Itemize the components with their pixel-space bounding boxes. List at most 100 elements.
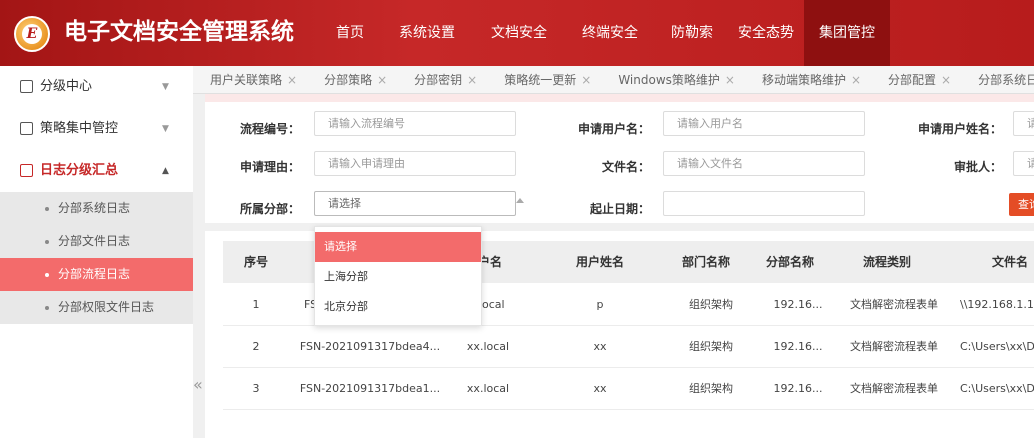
branch-label: 所属分部： <box>239 202 300 216</box>
sidebar-group-label: 日志分级汇总 <box>40 163 119 178</box>
tab-bar: 用户关联策略 × 分部策略 × 分部密钥 × 策略统一更新 × Windows策略维护 ×… <box>193 66 1034 94</box>
branch-dropdown: 请选择 上海分部 北京分部 <box>314 226 482 326</box>
sidebar-group-policy-control[interactable]: 策略集中管控 ▼ <box>0 108 193 150</box>
close-icon[interactable]: × <box>725 73 735 87</box>
table-cell: 192.16... <box>773 340 823 353</box>
col-header-filename: 文件名 <box>991 255 1028 269</box>
tab-branch-config[interactable]: 分部配置 × <box>871 66 961 93</box>
tab-windows-policy[interactable]: Windows策略维护 × <box>601 66 745 93</box>
top-header: E 电子文档安全管理系统 首页 系统设置 文档安全 终端安全 防勒索 安全态势 … <box>0 0 1034 66</box>
tab-label: 分部系统日志 <box>978 73 1034 87</box>
branch-select[interactable]: 请选择 <box>314 191 516 216</box>
table-cell: C:\Users\xx\Des <box>960 340 1034 353</box>
close-icon[interactable]: × <box>941 73 951 87</box>
query-button[interactable]: 查询 <box>1009 193 1034 216</box>
close-icon[interactable]: × <box>851 73 861 87</box>
dropdown-option-shanghai[interactable]: 上海分部 <box>315 262 481 292</box>
tab-label: 策略统一更新 <box>504 73 577 87</box>
table-cell: xx <box>593 340 607 353</box>
col-header-branch: 分部名称 <box>765 255 814 269</box>
sidebar-group-hierarchy-center[interactable]: 分级中心 ▼ <box>0 66 193 108</box>
date-range-input[interactable] <box>663 191 865 216</box>
close-icon[interactable]: × <box>287 73 297 87</box>
flow-no-label: 流程编号： <box>239 122 300 136</box>
table-cell: xx.local <box>466 382 510 395</box>
tab-label: 分部密钥 <box>414 73 463 87</box>
approver-label: 审批人： <box>953 160 1002 174</box>
apply-user-input[interactable]: 请输入用户名 <box>663 111 865 136</box>
chevron-up-icon[interactable] <box>516 198 524 203</box>
content-top-band <box>205 94 1034 102</box>
tab-branch-system-log[interactable]: 分部系统日志× <box>961 66 1034 93</box>
tab-user-policy[interactable]: 用户关联策略 × <box>193 66 307 93</box>
tab-branch-key[interactable]: 分部密钥 × <box>397 66 487 93</box>
chevron-down-icon: ▼ <box>162 124 169 134</box>
filename-input[interactable]: 请输入文件名 <box>663 151 865 176</box>
table-cell: 3 <box>252 382 260 395</box>
table-cell: 2 <box>252 340 260 353</box>
log-icon <box>20 164 33 177</box>
col-header-no: 序号 <box>243 255 268 269</box>
table-cell: 192.16... <box>773 298 823 311</box>
sidebar-item-branch-permission-log[interactable]: 分部权限文件日志 <box>0 291 193 324</box>
table-cell: C:\Users\xx\Des <box>960 382 1034 395</box>
dropdown-option-beijing[interactable]: 北京分部 <box>315 292 481 322</box>
filename-label: 文件名： <box>601 160 650 174</box>
apply-name-input[interactable]: 请 <box>1013 111 1034 136</box>
sidebar: 分级中心 ▼ 策略集中管控 ▼ 日志分级汇总 ▲ 分部系统日志 分部文件日志 分… <box>0 66 193 438</box>
table-cell: 文档解密流程表单 <box>850 340 938 353</box>
table-cell: 192.16... <box>773 382 823 395</box>
nav-anti-ransomware[interactable]: 防勒索 <box>656 0 728 66</box>
tab-label: 分部策略 <box>324 73 373 87</box>
flow-no-input[interactable]: 请输入流程编号 <box>314 111 516 136</box>
close-icon[interactable]: × <box>581 73 591 87</box>
table-cell: xx <box>593 382 607 395</box>
collapse-sidebar-icon[interactable]: « <box>193 375 203 394</box>
row-divider <box>223 409 1034 410</box>
col-header-dept: 部门名称 <box>681 255 730 269</box>
sidebar-group-label: 分级中心 <box>40 79 93 94</box>
logo-letter: E <box>22 24 42 44</box>
tab-branch-policy[interactable]: 分部策略 × <box>307 66 397 93</box>
apply-name-label: 申请用户姓名： <box>917 122 1002 136</box>
table-cell: 文档解密流程表单 <box>850 382 938 395</box>
nav-system-settings[interactable]: 系统设置 <box>380 0 474 66</box>
close-icon[interactable]: × <box>467 73 477 87</box>
table-cell: 1 <box>252 298 260 311</box>
sidebar-item-branch-system-log[interactable]: 分部系统日志 <box>0 192 193 225</box>
sidebar-item-branch-flow-log[interactable]: 分部流程日志 <box>0 258 193 291</box>
table-cell: FSN-2021091317bdea4... <box>299 340 441 353</box>
nav-endpoint-security[interactable]: 终端安全 <box>564 0 656 66</box>
close-icon[interactable]: × <box>377 73 387 87</box>
table-cell: 组织架构 <box>689 382 733 395</box>
sidebar-group-log-summary[interactable]: 日志分级汇总 ▲ <box>0 150 193 192</box>
nav-document-security[interactable]: 文档安全 <box>474 0 564 66</box>
col-header-user-name: 用户姓名 <box>575 255 624 269</box>
dropdown-option-placeholder[interactable]: 请选择 <box>315 232 481 262</box>
tab-label: 移动端策略维护 <box>761 73 846 87</box>
nav-group-control[interactable]: 集团管控 <box>804 0 890 66</box>
sidebar-item-branch-file-log[interactable]: 分部文件日志 <box>0 225 193 258</box>
table-cell: FSN-2021091317bdea1... <box>299 382 441 395</box>
policy-icon <box>20 122 33 135</box>
tab-label: Windows策略维护 <box>618 73 720 87</box>
app-logo-icon: E <box>14 16 50 52</box>
main-nav: 首页 系统设置 文档安全 终端安全 防勒索 安全态势 集团管控 <box>320 0 890 66</box>
tab-policy-update[interactable]: 策略统一更新 × <box>487 66 601 93</box>
chevron-down-icon: ▼ <box>162 82 169 92</box>
reason-input[interactable]: 请输入申请理由 <box>314 151 516 176</box>
nav-home[interactable]: 首页 <box>320 0 380 66</box>
hierarchy-icon <box>20 80 33 93</box>
app-title: 电子文档安全管理系统 <box>64 19 294 45</box>
chevron-up-icon: ▲ <box>162 166 169 176</box>
nav-security-posture[interactable]: 安全态势 <box>728 0 804 66</box>
table-cell: xx.local <box>466 340 510 353</box>
sidebar-group-label: 策略集中管控 <box>40 121 119 136</box>
table-cell: 组织架构 <box>689 298 733 311</box>
approver-input[interactable]: 请 <box>1013 151 1034 176</box>
date-range-label: 起止日期： <box>589 202 650 216</box>
tab-label: 用户关联策略 <box>210 73 283 87</box>
tab-mobile-policy[interactable]: 移动端策略维护 × <box>745 66 871 93</box>
table-cell: \\192.168.1.105 <box>960 298 1034 311</box>
table-cell: 组织架构 <box>689 340 733 353</box>
